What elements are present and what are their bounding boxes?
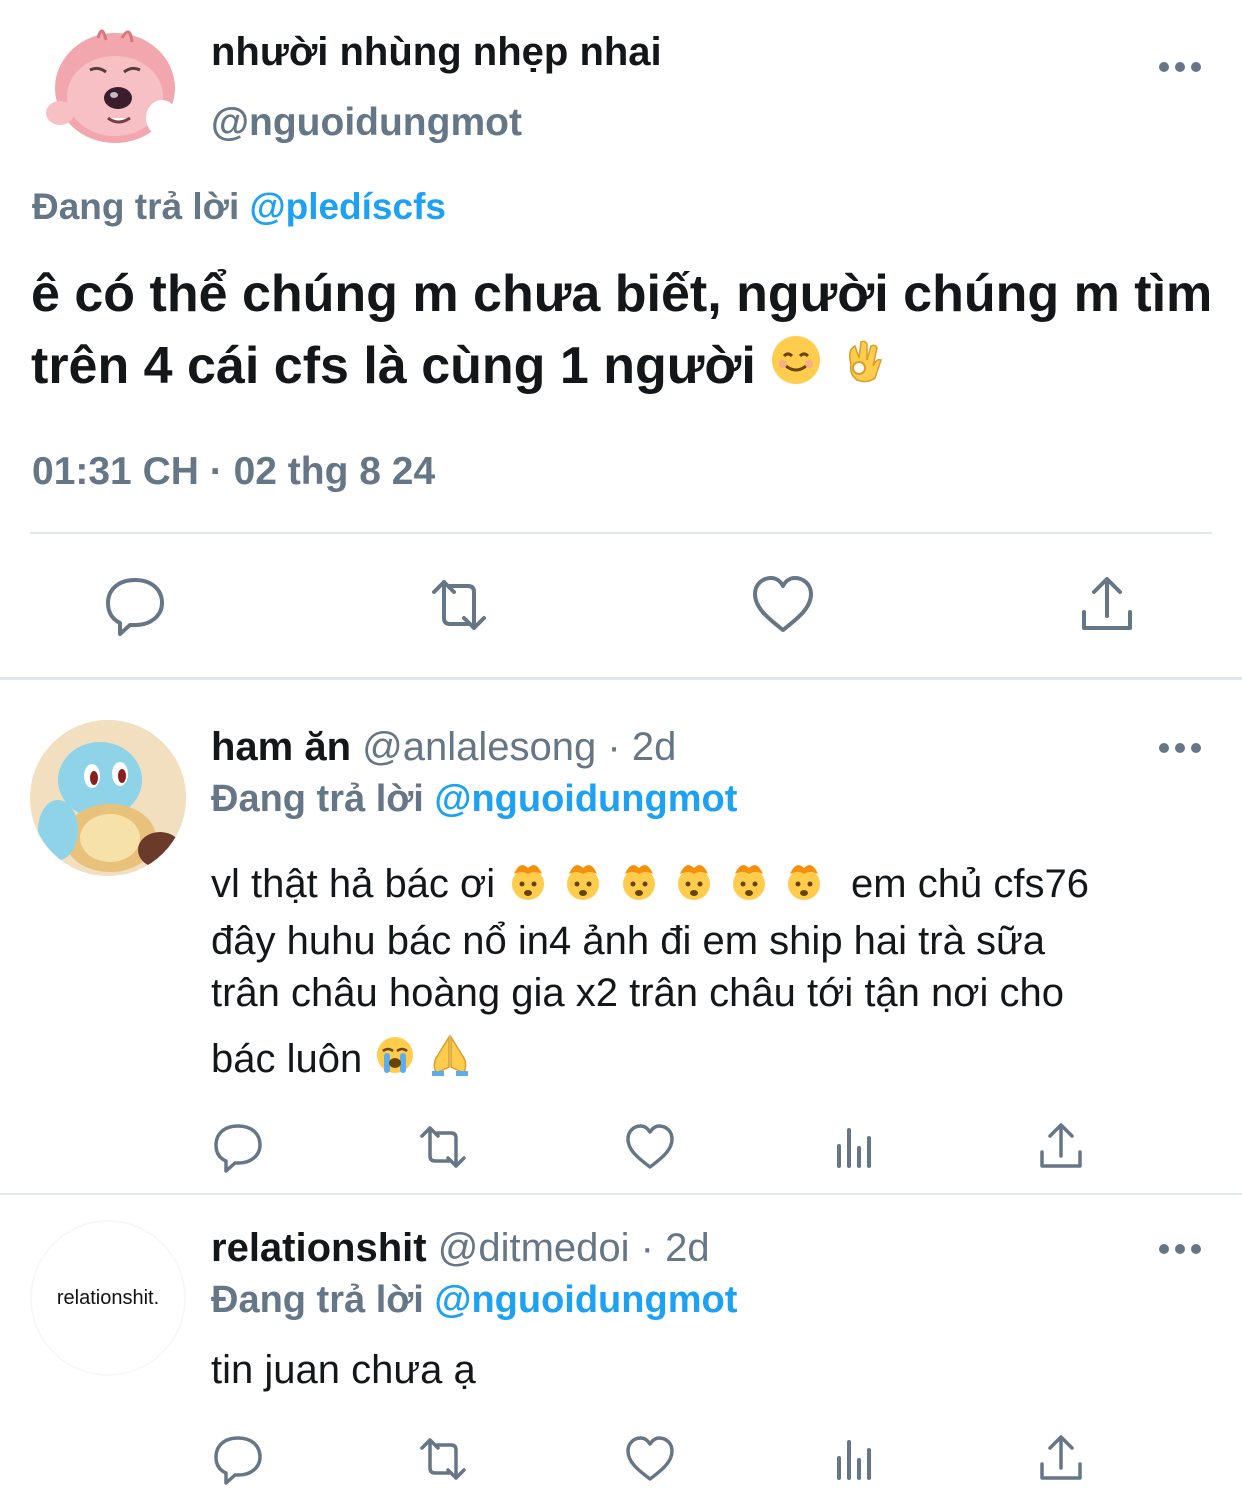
reply-context: Đang trả lời @nguoidungmot (211, 1279, 737, 1322)
reply-avatar[interactable] (30, 720, 186, 876)
reply-display-name[interactable]: ham ăn (211, 725, 351, 769)
main-reply-context: Đang trả lời @pledíscfs (32, 186, 446, 228)
reply-prefix: Đang trả lời (32, 186, 240, 227)
reply-icon[interactable] (211, 1432, 265, 1486)
reply-prefix: Đang trả lời (211, 778, 424, 820)
exploding-head-emoji-icon (727, 858, 771, 915)
ok-hand-emoji-icon (837, 333, 889, 405)
loudly-crying-face-emoji-icon (373, 1033, 417, 1090)
main-handle[interactable]: @nguoidungmot (211, 101, 522, 145)
exploding-head-emoji-icon (561, 858, 605, 915)
reply-avatar[interactable]: relationshit. (30, 1220, 186, 1376)
more-options-icon[interactable] (1158, 57, 1202, 77)
reply-icon[interactable] (211, 1120, 265, 1174)
like-heart-icon[interactable] (748, 570, 818, 640)
reply-tweet-text: tin juan chưa ạ (211, 1348, 476, 1392)
reply-mention-link[interactable]: @nguoidungmot (434, 1279, 737, 1321)
reply-time: · 2d (640, 1226, 710, 1270)
reply-header: ham ăn @anlalesong · 2d (211, 725, 676, 770)
pink-beaver-avatar-icon (46, 29, 178, 143)
reply-icon[interactable] (100, 570, 170, 640)
share-icon[interactable] (1034, 1432, 1088, 1486)
squirtle-avatar-icon (30, 720, 186, 876)
reply-text-line4: bác luôn (211, 1037, 363, 1082)
divider (0, 1193, 1242, 1195)
main-tweet-body: ê có thể chúng m chưa biết, người chúng … (31, 265, 1213, 395)
main-timestamp[interactable]: 01:31 CH · 02 thg 8 24 (32, 450, 435, 494)
more-options-icon[interactable] (1158, 738, 1202, 758)
divider (30, 532, 1212, 534)
main-avatar[interactable] (40, 18, 180, 148)
reply-text-line3: trân châu hoàng gia x2 trân châu tới tận… (211, 971, 1065, 1015)
reply-header: relationshit @ditmedoi · 2d (211, 1226, 710, 1271)
reply-text-line1b: em chủ cfs76 (851, 862, 1089, 907)
analytics-icon[interactable] (829, 1432, 883, 1486)
more-options-icon[interactable] (1158, 1239, 1202, 1259)
reply-prefix: Đang trả lời (211, 1279, 424, 1321)
exploding-head-emoji-icon (506, 858, 550, 915)
retweet-icon[interactable] (416, 1120, 470, 1174)
relationshit-logo-avatar-text: relationshit. (56, 1286, 160, 1309)
exploding-head-emoji-icon (617, 858, 661, 915)
like-heart-icon[interactable] (623, 1432, 677, 1486)
reply-display-name[interactable]: relationshit (211, 1226, 427, 1270)
reply-tweet-text: vl thật hả bác ơi em chủ cfs76 đây huhu … (211, 858, 1221, 1090)
analytics-icon[interactable] (829, 1120, 883, 1174)
reply-context: Đang trả lời @nguoidungmot (211, 778, 737, 821)
section-divider (0, 677, 1242, 680)
reply-time: · 2d (607, 725, 677, 769)
reply-handle[interactable]: @ditmedoi (438, 1226, 630, 1270)
reply-mention-link[interactable]: @nguoidungmot (434, 778, 737, 820)
main-tweet-text: ê có thể chúng m chưa biết, người chúng … (31, 258, 1221, 405)
share-icon[interactable] (1072, 570, 1142, 640)
retweet-icon[interactable] (416, 1432, 470, 1486)
retweet-icon[interactable] (424, 570, 494, 640)
exploding-head-emoji-icon (782, 858, 826, 915)
reply-handle[interactable]: @anlalesong (362, 725, 596, 769)
main-display-name[interactable]: nhười nhùng nhẹp nhai (211, 30, 662, 75)
reply-mention-link[interactable]: @pledíscfs (250, 186, 446, 227)
share-icon[interactable] (1034, 1120, 1088, 1174)
smiling-face-emoji-icon (770, 333, 822, 405)
exploding-head-emoji-icon (672, 858, 716, 915)
reply-text-line2: đây huhu bác nổ in4 ảnh đi em ship hai t… (211, 919, 1045, 963)
like-heart-icon[interactable] (623, 1120, 677, 1174)
folded-hands-emoji-icon (428, 1033, 472, 1090)
reply-text-line1: vl thật hả bác ơi (211, 862, 496, 907)
